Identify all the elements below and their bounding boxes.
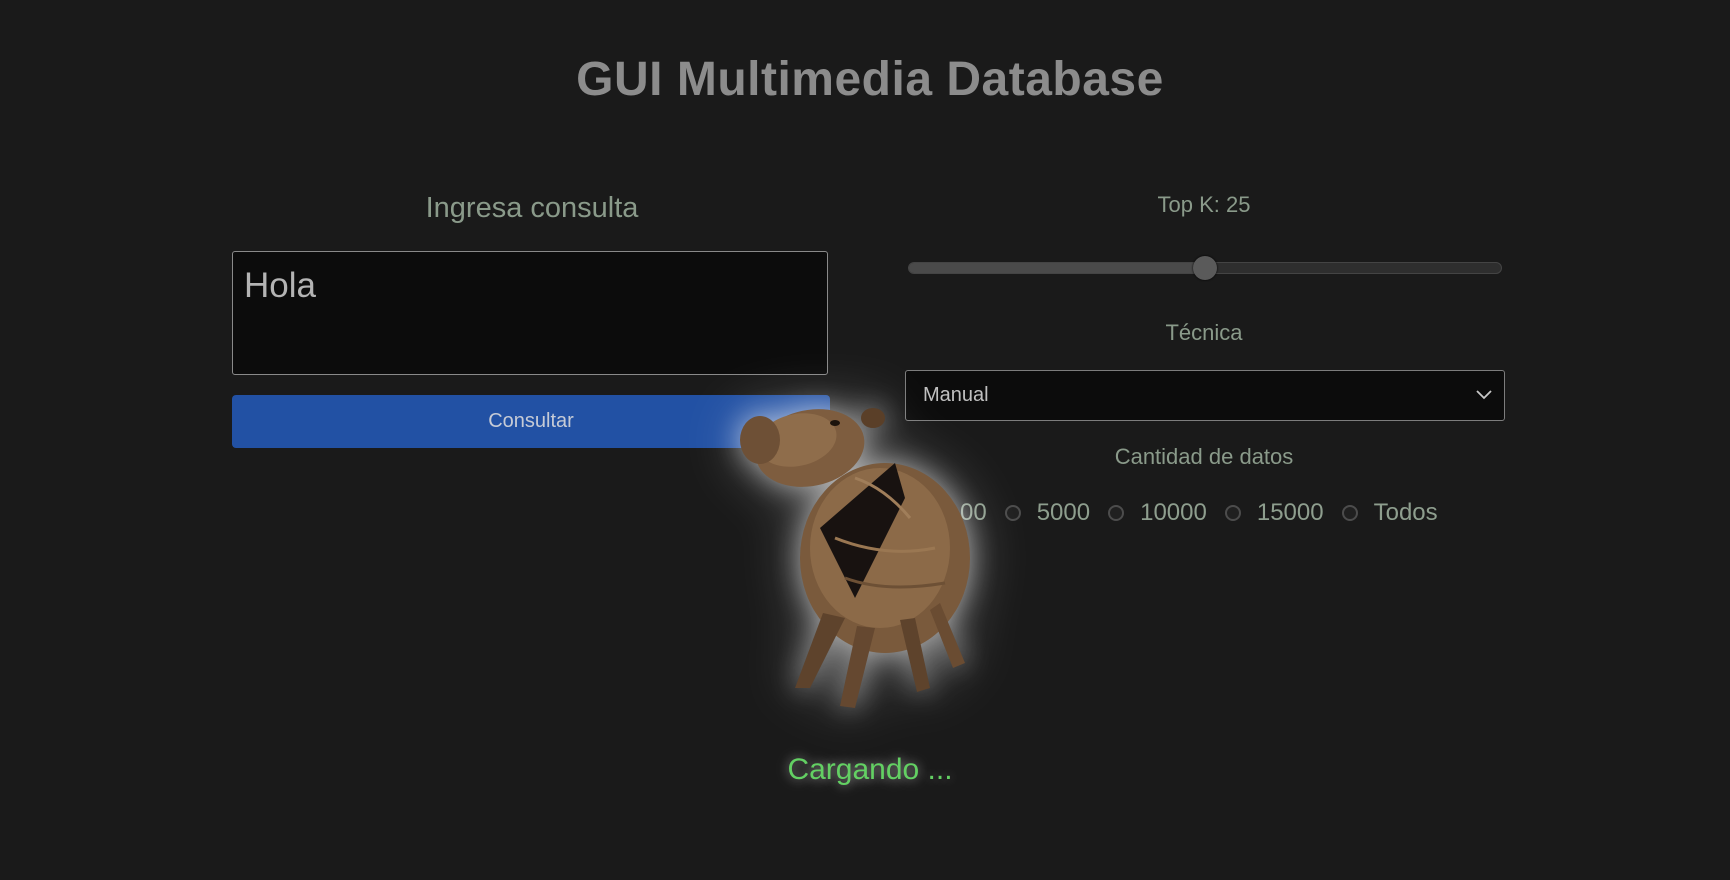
loading-text: Cargando ... (787, 753, 953, 786)
radio-option[interactable]: Todos (1341, 499, 1438, 527)
tecnica-label: Técnica (1165, 320, 1243, 345)
radio-option[interactable]: 5000 (1004, 499, 1091, 527)
cantidad-radio-group: 00 5000 10000 15000 Todos (928, 496, 1456, 530)
page-title: GUI Multimedia Database (576, 53, 1164, 106)
topk-slider-fill (909, 263, 1205, 273)
chevron-down-icon (1476, 390, 1492, 400)
query-input[interactable]: Hola (232, 251, 828, 375)
capybara-image (740, 408, 970, 708)
radio-option-label: 10000 (1140, 499, 1207, 526)
radio-option-label: Todos (1373, 499, 1438, 526)
topk-slider-thumb[interactable] (1193, 256, 1217, 280)
radio-option-label: 15000 (1256, 499, 1324, 526)
radio-circle-icon[interactable] (1224, 505, 1241, 521)
app-page: GUI Multimedia Database Ingresa consulta… (0, 0, 1730, 880)
radio-circle-icon[interactable] (1341, 505, 1358, 521)
radio-option-label: 5000 (1036, 499, 1091, 526)
query-label: Ingresa consulta (425, 192, 639, 224)
radio-option[interactable]: 10000 (1108, 499, 1207, 527)
radio-circle-icon[interactable] (1108, 505, 1125, 521)
radio-circle-icon[interactable] (1004, 505, 1021, 521)
radio-option[interactable]: 15000 (1224, 499, 1324, 527)
topk-label: Top K: 25 (1157, 192, 1251, 217)
topk-slider[interactable] (908, 256, 1502, 280)
